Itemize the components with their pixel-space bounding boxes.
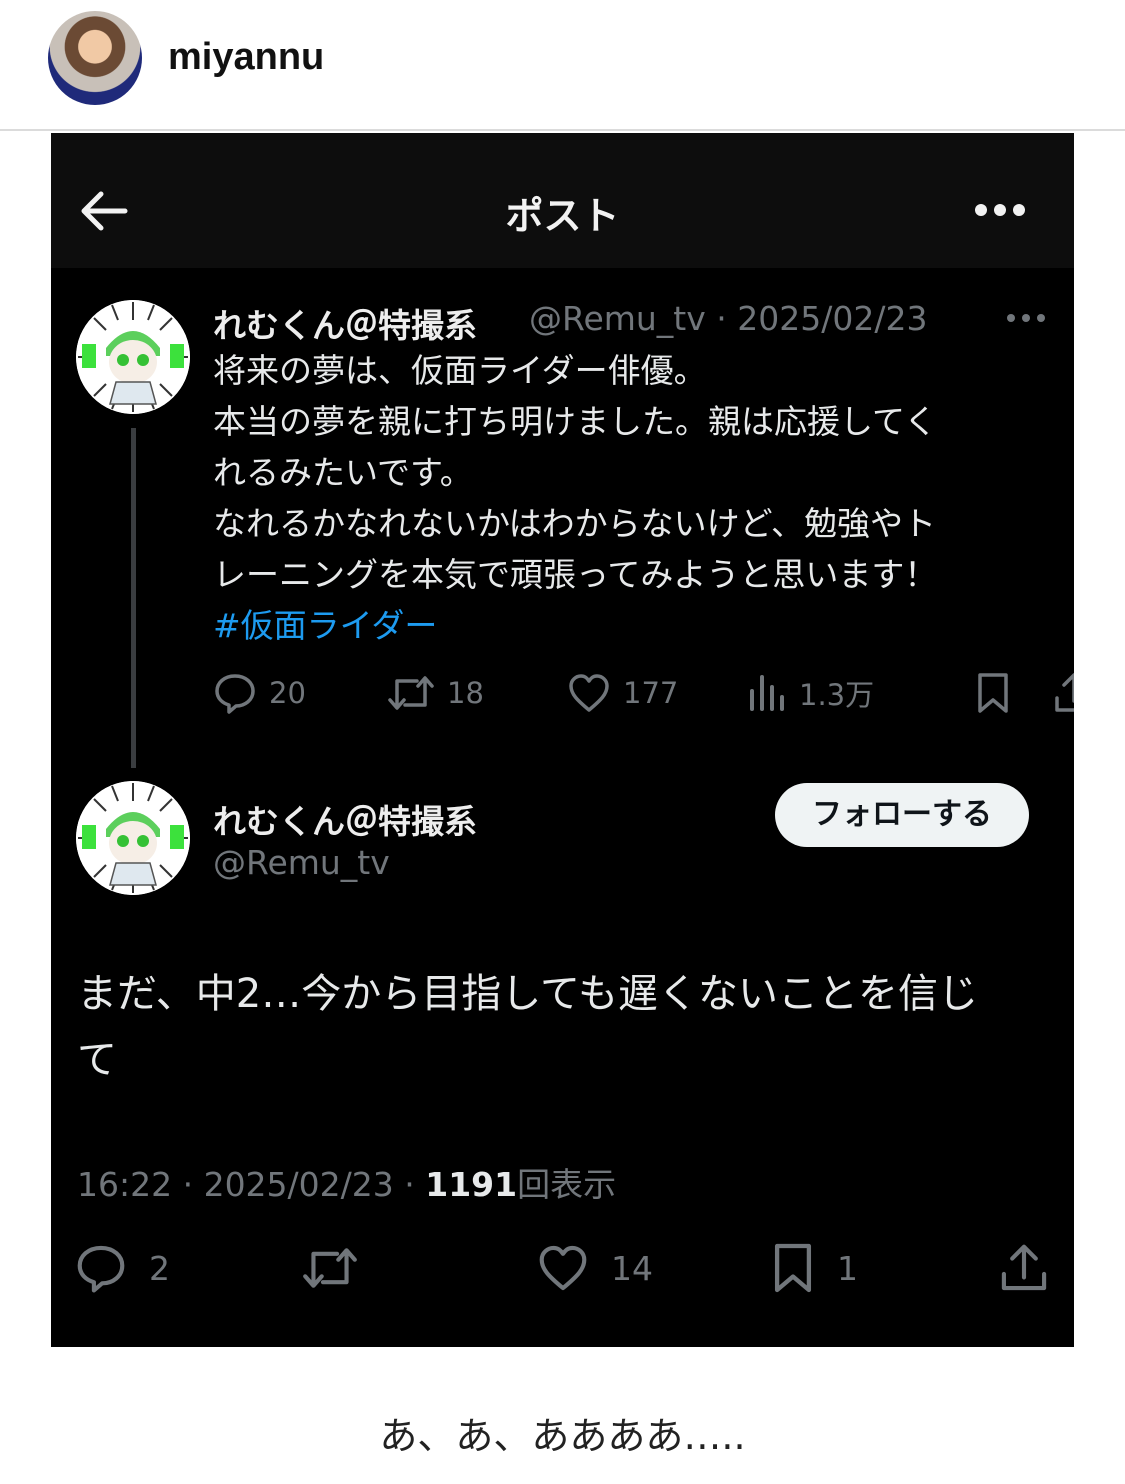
repost-button[interactable] [301, 1241, 359, 1295]
views-chart-icon [750, 675, 784, 711]
avatar[interactable] [76, 781, 190, 895]
repost-count: 18 [447, 676, 484, 710]
ig-header: miyannu [0, 0, 1125, 131]
follow-button[interactable]: フォローする [775, 783, 1029, 847]
share-button[interactable] [999, 1241, 1049, 1295]
caption-text: あ、あ、ああああ….. [379, 1414, 746, 1458]
ig-avatar[interactable] [48, 11, 142, 105]
share-button[interactable] [1053, 669, 1074, 717]
divider [0, 129, 1125, 131]
tweet-line: れるみたいです。 [213, 453, 473, 492]
reply-count: 2 [149, 1248, 170, 1288]
page-title: ポスト [505, 194, 620, 238]
reply-icon [77, 1245, 125, 1293]
post-line: まだ、中2…今から目指しても遅くないことを信じ [77, 971, 979, 1017]
top-bar: ポスト [51, 133, 1074, 268]
handle[interactable]: @Remu_tv [213, 843, 390, 882]
handle-date[interactable]: @Remu_tv · 2025/02/23 [529, 299, 927, 338]
heart-icon [569, 674, 609, 712]
post-text: まだ、中2…今から目指しても遅くないことを信じ て [77, 961, 1037, 1093]
reply-button[interactable]: 2 [75, 1241, 170, 1295]
bookmark-icon [774, 1243, 812, 1293]
tweet-actions: 20 18 177 1.3万 [213, 669, 1074, 717]
post-line: て [77, 1037, 117, 1083]
repost-icon [303, 1248, 357, 1288]
ig-username[interactable]: miyannu [168, 36, 324, 79]
share-icon [1055, 673, 1074, 712]
view-label: 回表示 [517, 1165, 617, 1204]
views-button[interactable]: 1.3万 [747, 669, 874, 717]
repost-icon [388, 676, 434, 710]
post-screenshot: ポスト れむくん＠特撮系 @Remu_tv · 2025/02/23 将来の夢は… [51, 133, 1074, 1347]
hashtag-link[interactable]: #仮面ライダー [213, 600, 1043, 651]
tweet-line: なれるかなれないかはわからないけど、勉強やト [213, 504, 937, 543]
bookmark-icon [978, 673, 1008, 713]
view-count: 1191 [425, 1165, 518, 1204]
display-name[interactable]: れむくん＠特撮系 [213, 299, 477, 347]
more-horizontal-icon[interactable] [1006, 313, 1046, 323]
tweet-line: 本当の夢を親に打ち明けました。親は応援してく [213, 402, 938, 441]
repost-button[interactable]: 18 [387, 669, 484, 717]
tweet-text: 将来の夢は、仮面ライダー俳優。 本当の夢を親に打ち明けました。親は応援してく れ… [213, 345, 1043, 651]
display-name[interactable]: れむくん＠特撮系 [213, 795, 477, 843]
avatar[interactable] [76, 300, 190, 414]
views-count: 1.3万 [799, 678, 875, 712]
more-horizontal-icon[interactable] [974, 203, 1026, 217]
like-button[interactable]: 177 [567, 669, 678, 717]
share-icon [1001, 1244, 1047, 1291]
reply-count: 20 [269, 676, 306, 710]
like-count: 177 [623, 676, 679, 710]
like-count: 14 [611, 1248, 653, 1288]
bookmark-count: 1 [837, 1248, 858, 1288]
reply-button[interactable]: 20 [213, 669, 306, 717]
like-button[interactable]: 14 [537, 1241, 653, 1295]
heart-icon [539, 1245, 587, 1291]
bookmark-button[interactable]: 1 [771, 1241, 858, 1295]
reply-icon [215, 674, 255, 714]
thread-line [131, 428, 136, 768]
tweet-line: レーニングを本気で頑張ってみようと思います！ [213, 555, 938, 594]
post-timestamp: 16:22 · 2025/02/23 · 1191回表示 [77, 1158, 616, 1206]
tweet-line: 将来の夢は、仮面ライダー俳優。 [213, 351, 707, 390]
bookmark-button[interactable] [975, 669, 1011, 717]
time-date: 16:22 · 2025/02/23 · [77, 1165, 426, 1204]
